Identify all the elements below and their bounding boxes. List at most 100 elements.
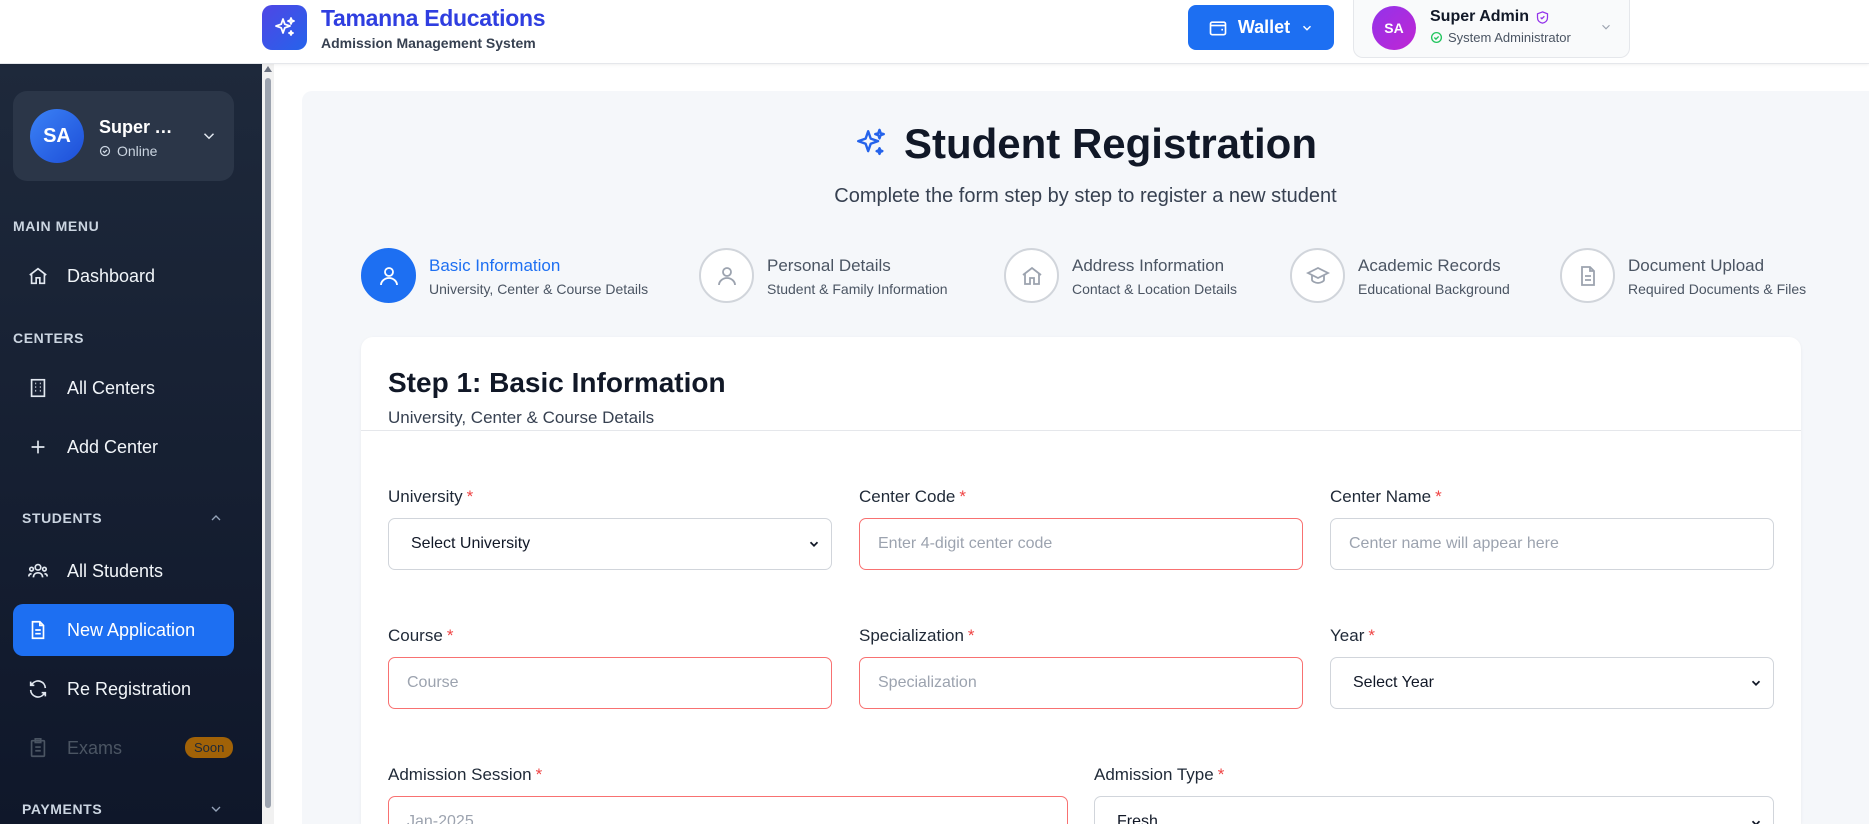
section-label-centers: CENTERS	[13, 330, 85, 346]
profile-status: Online	[99, 143, 157, 159]
form-title: Step 1: Basic Information	[388, 367, 726, 398]
admission-session-input[interactable]: Jan-2025	[388, 796, 1068, 824]
chevron-down-icon	[809, 541, 819, 547]
section-label-payments: PAYMENTS	[22, 801, 103, 817]
plus-icon	[31, 440, 45, 454]
sidebar-item-label: Dashboard	[67, 265, 156, 286]
required-mark: *	[1435, 487, 1442, 506]
select-value: Fresh	[1117, 813, 1158, 824]
graduation-cap-icon	[1290, 248, 1345, 303]
step-title: Basic Information	[429, 256, 561, 275]
admission-type-select[interactable]: Fresh	[1094, 796, 1774, 824]
sidebar-item-label: Exams	[67, 737, 123, 758]
chevron-down-icon[interactable]	[208, 801, 224, 817]
step-academic-records[interactable]: Academic Records Educational Background	[1290, 248, 1510, 303]
chevron-down-icon	[1751, 680, 1761, 686]
sidebar-item-all-centers[interactable]: All Centers	[13, 362, 234, 414]
sparkles-icon	[857, 128, 885, 156]
chevron-down-icon	[1602, 24, 1610, 30]
chevron-down-icon	[1303, 25, 1312, 31]
step-basic-information[interactable]: Basic Information University, Center & C…	[361, 248, 648, 303]
step-address-information[interactable]: Address Information Contact & Location D…	[1004, 248, 1237, 303]
user-icon	[361, 248, 416, 303]
step-desc: Contact & Location Details	[1072, 281, 1237, 297]
required-mark: *	[535, 765, 543, 784]
step-title: Document Upload	[1628, 256, 1765, 275]
sidebar-item-new-application[interactable]: New Application	[13, 604, 234, 656]
label-text: Center Name	[1330, 487, 1432, 506]
scroll-up-arrow-icon[interactable]	[264, 66, 272, 72]
input-placeholder: Jan-2025	[407, 813, 474, 824]
shield-check-icon	[1536, 10, 1549, 24]
user-name: Super Admin	[1430, 8, 1550, 26]
center-code-label: Center Code *	[859, 487, 966, 507]
profile-name: Super Admin	[99, 117, 184, 137]
university-label: University *	[388, 487, 473, 507]
center-name-label: Center Name *	[1330, 487, 1442, 507]
required-mark: *	[967, 626, 975, 645]
step-document-upload[interactable]: Document Upload Required Documents & Fil…	[1560, 248, 1806, 303]
sidebar-item-label: Re Registration	[67, 678, 192, 699]
profile-status-text: Online	[117, 143, 158, 159]
sparkles-logo-icon[interactable]	[262, 5, 307, 50]
course-label: Course *	[388, 626, 453, 646]
step-desc: Required Documents & Files	[1628, 281, 1807, 297]
step-personal-details[interactable]: Personal Details Student & Family Inform…	[699, 248, 948, 303]
brand-title[interactable]: Tamanna Educations	[321, 5, 546, 32]
step-title: Academic Records	[1358, 256, 1501, 275]
year-label: Year *	[1330, 626, 1375, 646]
scrollbar-thumb[interactable]	[265, 78, 271, 808]
specialization-label: Specialization *	[859, 626, 975, 646]
sidebar-item-all-students[interactable]: All Students	[13, 545, 234, 597]
input-placeholder: Center name will appear here	[1349, 535, 1559, 552]
chevron-up-icon[interactable]	[208, 510, 224, 526]
sidebar-item-add-center[interactable]: Add Center	[13, 421, 234, 473]
document-icon	[31, 620, 45, 640]
input-placeholder: Specialization	[878, 674, 977, 691]
wallet-button[interactable]: Wallet	[1188, 5, 1334, 50]
sidebar-profile-card[interactable]: SA Super Admin Online	[13, 91, 234, 181]
wallet-icon	[1209, 20, 1227, 35]
sidebar-item-label: All Students	[67, 560, 164, 581]
specialization-input[interactable]: Specialization	[859, 657, 1303, 709]
input-placeholder: Enter 4-digit center code	[878, 535, 1053, 552]
admission-type-label: Admission Type *	[1094, 765, 1224, 785]
user-role-text: System Administrator	[1448, 30, 1571, 45]
step-desc: Educational Background	[1358, 281, 1510, 297]
input-placeholder: Course	[407, 674, 459, 691]
center-name-input[interactable]: Center name will appear here	[1330, 518, 1774, 570]
wallet-label: Wallet	[1237, 17, 1291, 37]
avatar: SA	[30, 109, 84, 163]
sidebar-item-exams: Exams Soon	[13, 722, 234, 774]
course-input[interactable]: Course	[388, 657, 832, 709]
top-header: Tamanna Educations Admission Management …	[0, 0, 1869, 64]
refresh-icon	[29, 680, 47, 698]
label-text: Specialization	[859, 626, 964, 645]
required-mark: *	[1368, 626, 1375, 645]
sidebar-item-re-registration[interactable]: Re Registration	[13, 663, 234, 715]
sidebar-item-label: Add Center	[67, 436, 159, 457]
form-subtitle: University, Center & Course Details	[388, 408, 655, 427]
page-subtitle: Complete the form step by step to regist…	[834, 185, 1337, 207]
chevron-down-icon[interactable]	[200, 127, 218, 145]
select-value: Select University	[411, 535, 531, 552]
admission-session-label: Admission Session *	[388, 765, 542, 785]
soon-badge: Soon	[185, 737, 234, 758]
step-title: Personal Details	[767, 256, 891, 275]
label-text: Admission Session	[388, 765, 532, 784]
label-text: Year	[1330, 626, 1365, 645]
center-code-input[interactable]: Enter 4-digit center code	[859, 518, 1303, 570]
step-desc: Student & Family Information	[767, 281, 948, 297]
sidebar-item-label: New Application	[67, 619, 196, 640]
user-menu[interactable]: SA Super Admin System Administrator	[1353, 0, 1630, 58]
users-icon	[28, 563, 48, 578]
year-select[interactable]: Select Year	[1330, 657, 1774, 709]
required-mark: *	[466, 487, 474, 506]
required-mark: *	[1217, 765, 1225, 784]
label-text: University	[388, 487, 463, 506]
university-select[interactable]: Select University	[388, 518, 832, 570]
step-title: Address Information	[1072, 256, 1225, 275]
sidebar-scrollbar[interactable]	[262, 64, 274, 824]
step-desc: University, Center & Course Details	[429, 281, 649, 297]
sidebar-item-dashboard[interactable]: Dashboard	[13, 250, 234, 302]
